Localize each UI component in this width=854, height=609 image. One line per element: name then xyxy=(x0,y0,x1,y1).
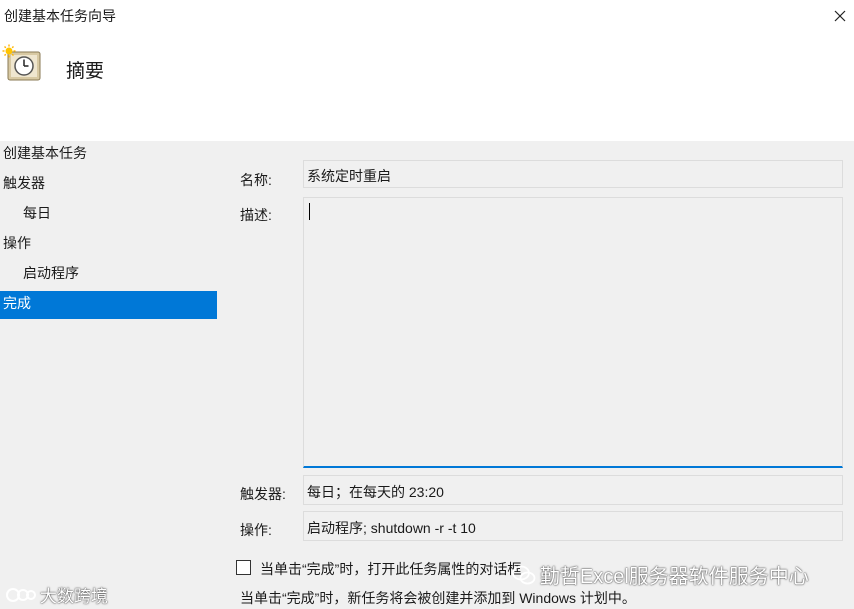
trigger-label: 触发器: xyxy=(240,486,286,502)
watermark-right-text: 勤哲Excel服务器软件服务中心 xyxy=(539,566,809,588)
open-properties-checkbox[interactable] xyxy=(236,560,251,575)
action-field: 启动程序; shutdown -r -t 10 xyxy=(303,511,843,541)
nav-item-trigger[interactable]: 触发器 xyxy=(0,171,217,199)
watermark-logo-icon xyxy=(6,587,36,602)
description-textarea[interactable] xyxy=(303,197,843,468)
watermark-left: 大数跨境 xyxy=(6,582,108,607)
watermark-left-text: 大数跨境 xyxy=(39,587,108,606)
action-value: 启动程序; shutdown -r -t 10 xyxy=(307,520,476,536)
scheduled-task-clock-icon xyxy=(2,44,41,81)
nav-item-finish[interactable]: 完成 xyxy=(0,291,217,319)
page-heading: 摘要 xyxy=(66,61,105,82)
nav-item-daily[interactable]: 每日 xyxy=(0,201,217,229)
name-value: 系统定时重启 xyxy=(307,168,391,184)
name-label: 名称: xyxy=(240,172,272,188)
close-button[interactable] xyxy=(826,2,854,30)
window-title: 创建基本任务向导 xyxy=(4,8,116,24)
finish-note: 当单击“完成”时，新任务将会被创建并添加到 Windows 计划中。 xyxy=(240,590,636,606)
close-icon xyxy=(834,10,846,22)
nav-item-start-program[interactable]: 启动程序 xyxy=(0,261,217,289)
wechat-icon xyxy=(512,565,536,584)
open-properties-checkbox-label[interactable]: 当单击“完成”时，打开此任务属性的对话框 xyxy=(260,559,521,579)
wizard-header: 创建基本任务向导 摘要 xyxy=(0,0,854,141)
nav-item-action[interactable]: 操作 xyxy=(0,231,217,259)
description-label: 描述: xyxy=(240,207,272,223)
nav-item-create-basic-task[interactable]: 创建基本任务 xyxy=(0,141,217,169)
trigger-field: 每日；在每天的 23:20 xyxy=(303,475,843,505)
action-label: 操作: xyxy=(240,522,272,538)
trigger-value: 每日；在每天的 23:20 xyxy=(307,484,444,500)
text-caret xyxy=(309,203,310,220)
watermark-right: 勤哲Excel服务器软件服务中心 xyxy=(512,560,809,589)
name-field[interactable]: 系统定时重启 xyxy=(303,160,843,188)
